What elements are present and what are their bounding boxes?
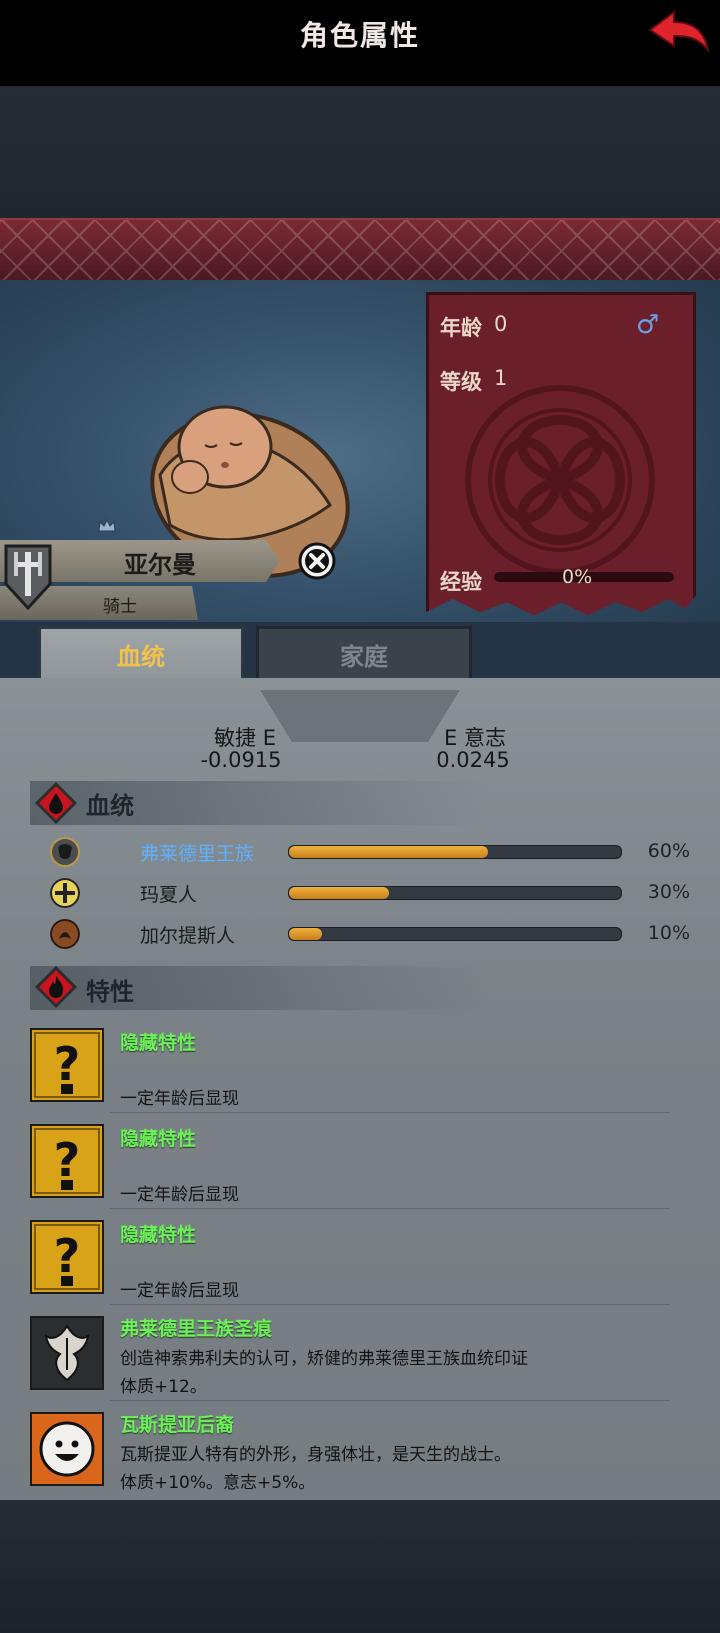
trait-description: 一定年龄后显现 <box>120 1089 239 1109</box>
knight-shield-icon <box>4 544 52 610</box>
attr-right-name: 意志 <box>463 726 506 750</box>
trait-description: 瓦斯提亚人特有的外形，身强体壮，是天生的战士。 <box>120 1445 511 1465</box>
lineage-bar <box>288 845 622 859</box>
attr-right-grade: E <box>444 726 458 750</box>
attribute-right-value: 0.0245 <box>436 748 510 772</box>
trait-row[interactable]: 瓦斯提亚后裔 瓦斯提亚人特有的外形，身强体壮，是天生的战士。 体质+10%。意志… <box>0 1408 720 1502</box>
trait-row[interactable]: ? 隐藏特性 一定年龄后显现 <box>0 1120 720 1214</box>
trait-name: 隐藏特性 <box>120 1032 197 1054</box>
level-label: 等级 <box>440 370 482 394</box>
trait-row[interactable]: ? 隐藏特性 一定年龄后显现 <box>0 1024 720 1118</box>
svg-text:?: ? <box>54 1229 81 1283</box>
celtic-knot-emblem <box>465 385 655 575</box>
lineage-title: 血统 <box>86 792 134 820</box>
lineage-name: 加尔提斯人 <box>140 925 236 947</box>
trait-name: 弗莱德里王族圣痕 <box>120 1318 273 1340</box>
beast-crest-icon <box>50 919 80 949</box>
trait-row[interactable]: ? 隐藏特性 一定年龄后显现 <box>0 1216 720 1310</box>
trait-name: 隐藏特性 <box>120 1224 197 1246</box>
page-title: 角色属性 <box>299 19 420 52</box>
close-icon[interactable] <box>298 542 336 580</box>
divider <box>110 1400 670 1401</box>
age-label: 年龄 <box>440 316 482 340</box>
back-arrow-icon[interactable] <box>646 6 710 58</box>
attr-left-grade: E <box>262 726 276 750</box>
trait-name: 瓦斯提亚后裔 <box>120 1414 235 1436</box>
character-name: 亚尔曼 <box>124 551 196 579</box>
lineage-bar-fill <box>289 846 489 858</box>
trait-description: 一定年龄后显现 <box>120 1185 239 1205</box>
traits-title: 特性 <box>86 978 134 1006</box>
divider <box>110 1112 670 1113</box>
lineage-bar-fill <box>289 887 389 899</box>
male-gender-icon: ♂ <box>636 310 660 340</box>
trait-row[interactable]: 弗莱德里王族圣痕 创造神索弗利夫的认可，矫健的弗莱德里王族血统印证 体质+12。 <box>0 1312 720 1406</box>
divider <box>110 1304 670 1305</box>
level-value: 1 <box>494 366 508 390</box>
lineage-bar <box>288 927 622 941</box>
lineage-bar <box>288 886 622 900</box>
lineage-bar-fill <box>289 928 323 940</box>
trait-description: 创造神索弗利夫的认可，矫健的弗莱德里王族血统印证 <box>120 1349 528 1369</box>
attr-left-name: 敏捷 <box>214 726 257 750</box>
trait-name: 隐藏特性 <box>120 1128 197 1150</box>
trait-effect: 体质+12。 <box>120 1377 207 1397</box>
bottom-background <box>0 1500 720 1633</box>
banner-pattern <box>0 220 720 282</box>
trait-description: 一定年龄后显现 <box>120 1281 239 1301</box>
question-mark-icon: ? <box>30 1220 104 1294</box>
question-mark-icon: ? <box>30 1028 104 1102</box>
lineage-name: 弗莱德里王族 <box>140 843 255 865</box>
svg-text:?: ? <box>54 1133 81 1187</box>
lineage-name: 玛夏人 <box>140 884 198 906</box>
lineage-pct: 10% <box>647 922 690 944</box>
exp-label: 经验 <box>440 570 482 594</box>
bull-crest-icon <box>50 837 80 867</box>
royal-stigma-icon <box>30 1316 104 1390</box>
divider <box>110 1208 670 1209</box>
header-banner <box>0 218 720 285</box>
age-value: 0 <box>494 312 508 336</box>
lineage-pct: 60% <box>647 840 690 862</box>
tab-lineage[interactable]: 血统 <box>38 626 244 685</box>
smiley-face-icon <box>30 1412 104 1486</box>
flame-icon <box>35 966 77 1008</box>
crown-icon <box>98 518 116 532</box>
exp-value: 0% <box>562 566 593 588</box>
trait-effect: 体质+10%。意志+5%。 <box>120 1473 316 1493</box>
top-background <box>0 86 720 220</box>
blood-drop-icon <box>35 782 77 824</box>
attribute-left-value: -0.0915 <box>200 748 282 772</box>
cross-crest-icon <box>50 878 80 908</box>
svg-text:?: ? <box>54 1037 81 1091</box>
question-mark-icon: ? <box>30 1124 104 1198</box>
character-rank: 骑士 <box>103 597 137 617</box>
lineage-pct: 30% <box>647 881 690 903</box>
